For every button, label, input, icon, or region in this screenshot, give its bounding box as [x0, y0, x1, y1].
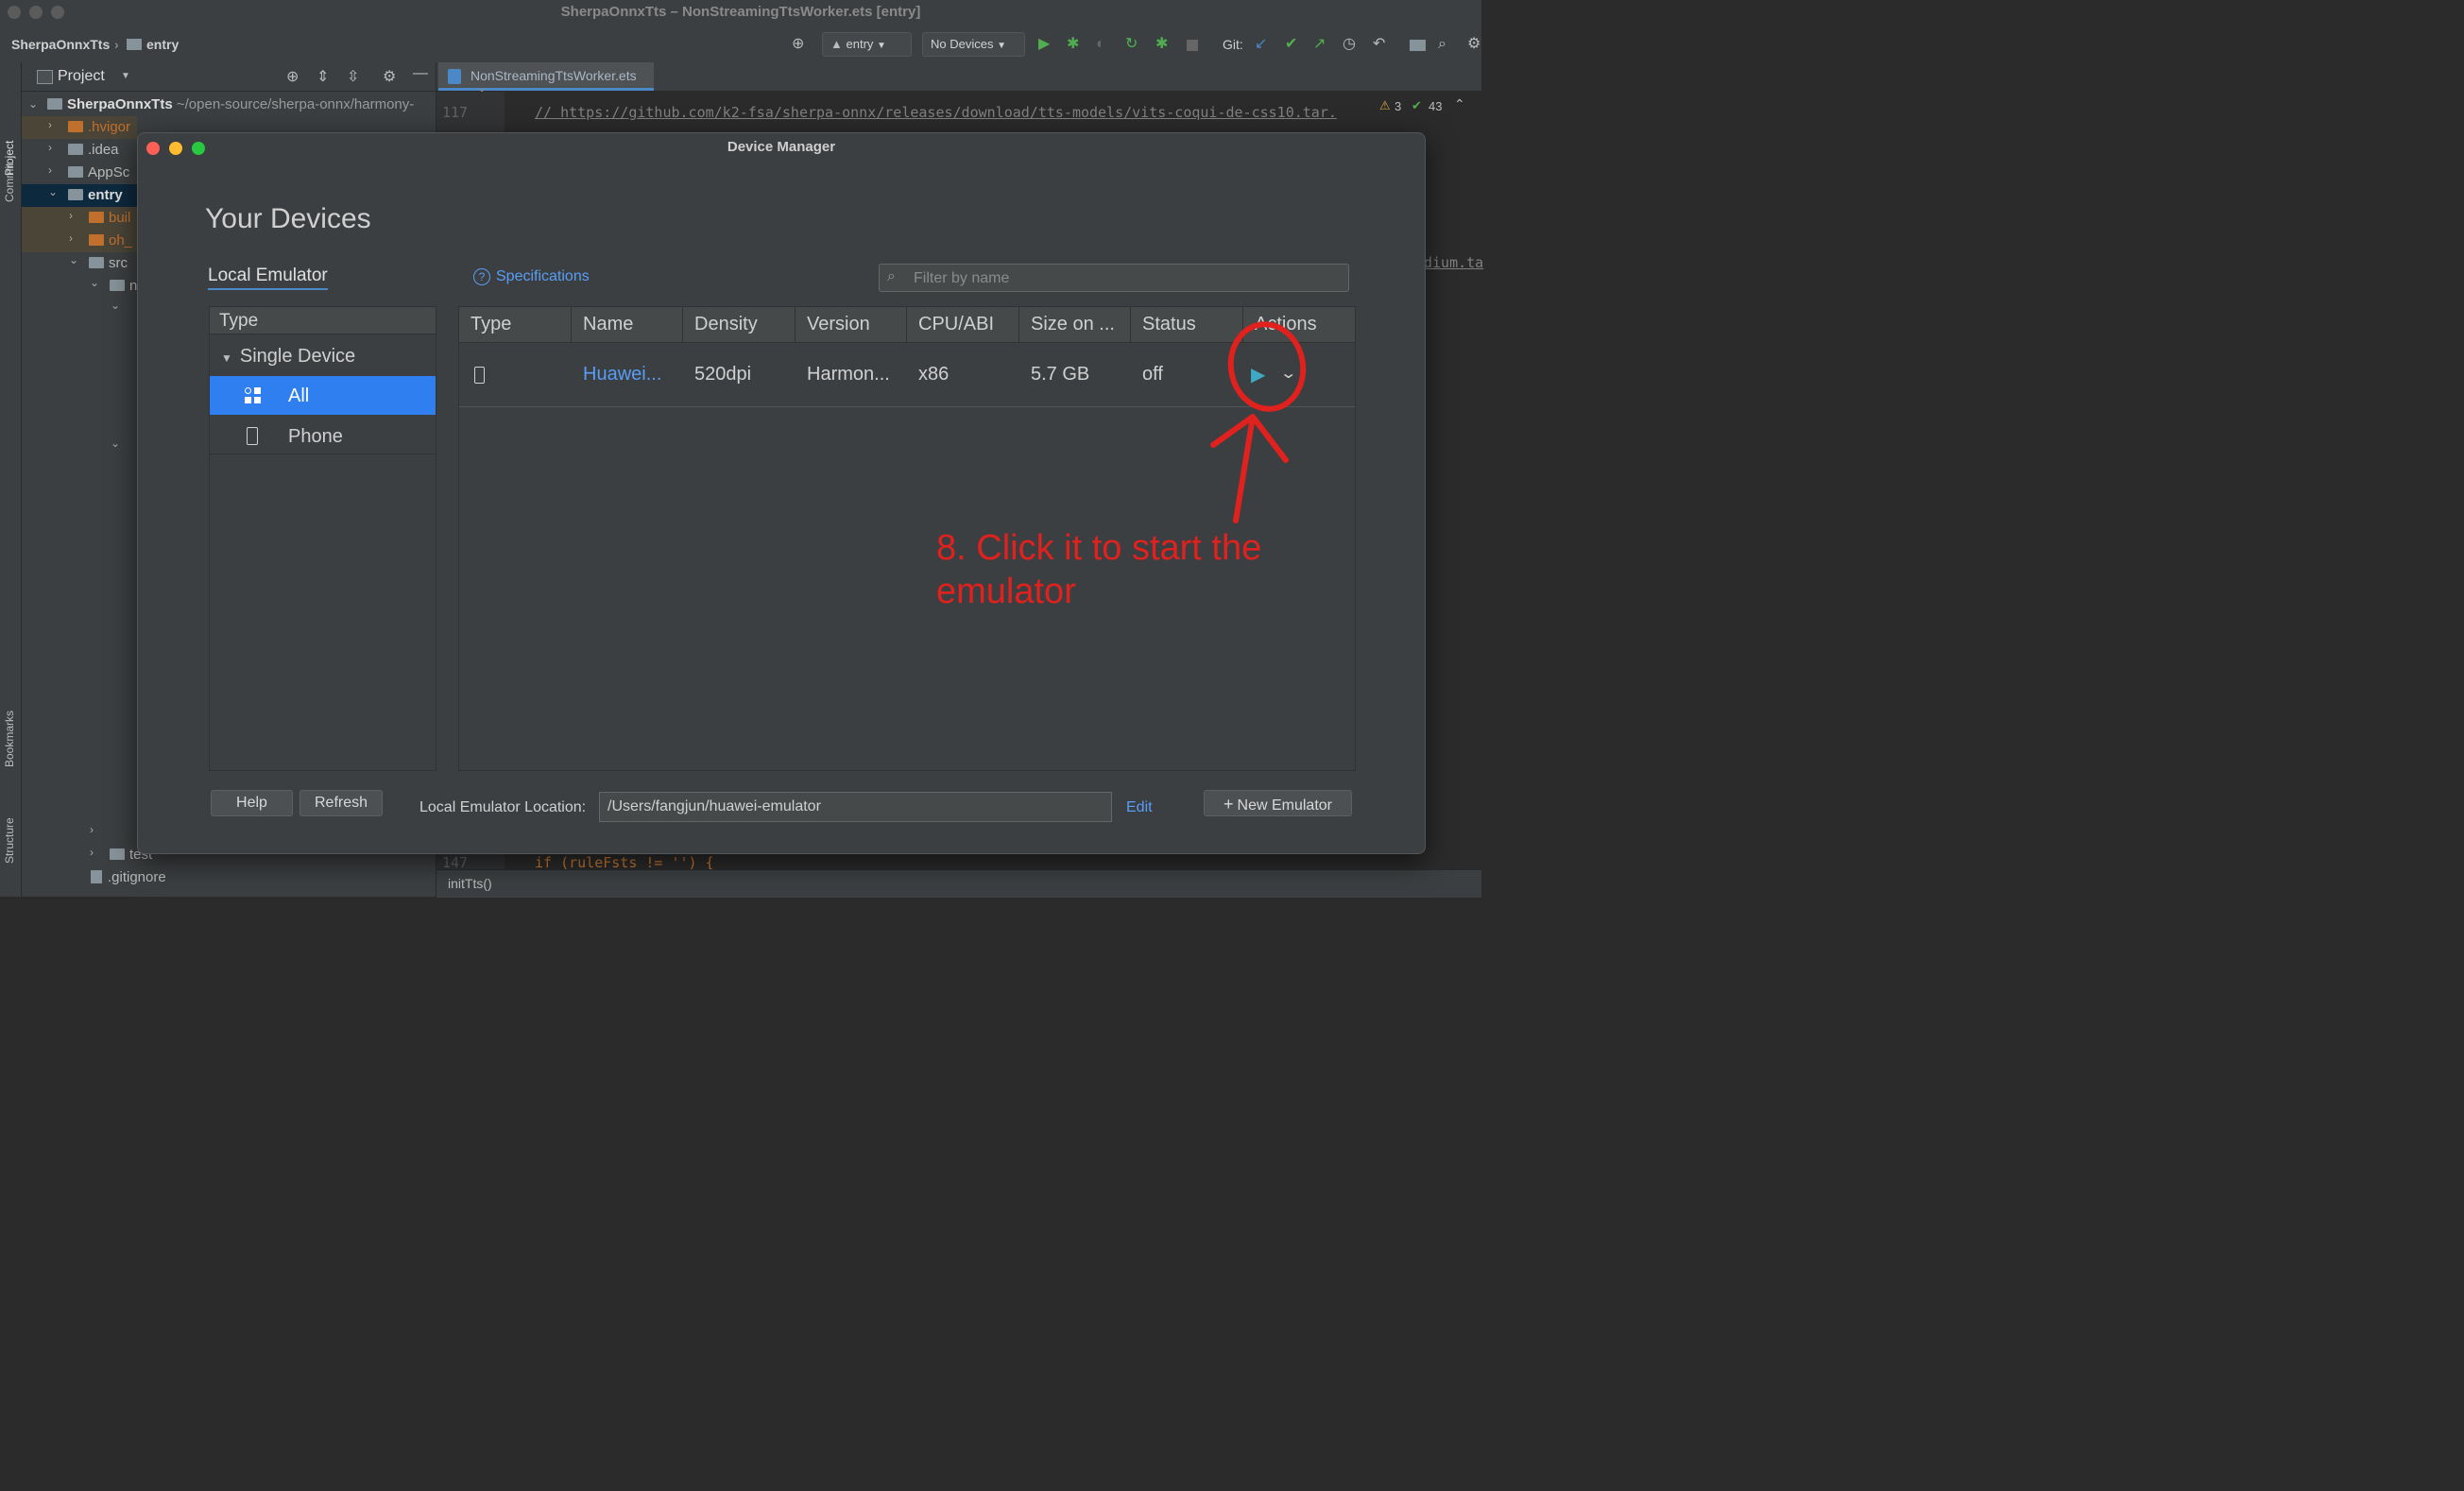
- window-title: SherpaOnnxTts – NonStreamingTtsWorker.et…: [560, 4, 921, 20]
- chevron-right-icon[interactable]: ›: [90, 846, 94, 859]
- device-label: No Devices: [931, 37, 994, 51]
- history-icon[interactable]: ◷: [1343, 36, 1356, 53]
- tree-item-main[interactable]: n: [110, 278, 137, 294]
- chevron-right-icon[interactable]: ›: [48, 141, 52, 154]
- tree-item-build[interactable]: buil: [89, 210, 130, 226]
- chevron-down-icon: ▼: [997, 41, 1006, 51]
- git-push-icon[interactable]: ↗: [1313, 36, 1326, 53]
- module-icon: ▲: [830, 37, 843, 51]
- folder-icon: [89, 212, 104, 223]
- ets-file-icon: [448, 69, 461, 84]
- breadcrumb-function[interactable]: initTts(): [448, 876, 492, 891]
- device-manager-dialog: Device Manager Your Devices Local Emulat…: [137, 132, 1426, 854]
- locate-icon[interactable]: ⊕: [286, 67, 299, 86]
- check-count: 43: [1429, 99, 1443, 113]
- annotation-drawing: [1210, 321, 1307, 523]
- folder-icon: [110, 280, 125, 291]
- code-comment-link[interactable]: // https://github.com/k2-fsa/sherpa-onnx…: [535, 104, 1337, 121]
- module-folder-icon: [127, 39, 142, 50]
- editor-tab[interactable]: NonStreamingTtsWorker.ets ×: [438, 62, 654, 98]
- file-icon: [91, 870, 102, 883]
- editor-tab-bar: NonStreamingTtsWorker.ets ×: [436, 62, 1481, 98]
- folder-icon: [89, 257, 104, 268]
- chevron-down-icon[interactable]: ⌄: [111, 437, 120, 450]
- chevron-right-icon[interactable]: ›: [48, 118, 52, 131]
- chevron-down-icon[interactable]: ⌄: [28, 97, 38, 111]
- folder-icon: [89, 234, 104, 246]
- run-icon[interactable]: ▶: [1038, 36, 1050, 53]
- code-line: // https://github.com/k2-fsa/sherpa-onnx…: [535, 104, 1337, 121]
- code-fragment: dium.ta: [1424, 254, 1484, 271]
- settings-gear-icon[interactable]: ⚙: [1467, 36, 1480, 53]
- tree-item-appscope[interactable]: AppSc: [68, 164, 129, 180]
- breadcrumb-separator: ›: [114, 37, 119, 52]
- tree-item-src[interactable]: src: [89, 255, 128, 271]
- project-structure-icon[interactable]: [1410, 40, 1426, 51]
- search-icon[interactable]: ⌕: [1438, 36, 1446, 53]
- profile-icon[interactable]: ◐: [1096, 36, 1105, 53]
- structure-tool-tab[interactable]: Structure: [3, 817, 16, 864]
- chevron-down-icon[interactable]: ⌄: [69, 253, 78, 266]
- tree-item-entry[interactable]: entry: [68, 187, 123, 203]
- chevron-down-icon[interactable]: ⌄: [90, 276, 99, 289]
- main-toolbar: SherpaOnnxTts › entry ⊕ ▲ entry ▼ No Dev…: [0, 26, 1481, 63]
- annotation-circle: [1227, 321, 1307, 412]
- tree-item-hvigor[interactable]: .hvigor: [68, 119, 130, 135]
- target-icon[interactable]: ⊕: [792, 36, 804, 53]
- git-commit-icon[interactable]: ✔: [1285, 36, 1297, 53]
- chevron-down-icon[interactable]: ▼: [121, 71, 130, 81]
- device-select[interactable]: No Devices ▼: [922, 32, 1025, 57]
- editor-tab-label: NonStreamingTtsWorker.ets: [471, 68, 637, 83]
- collapse-all-icon[interactable]: ⇳: [347, 67, 359, 86]
- module-folder-icon: [47, 98, 62, 110]
- attach-debugger-icon[interactable]: ✱: [1155, 36, 1168, 53]
- editor-breadcrumb-bar: initTts(): [436, 869, 1481, 898]
- folder-icon: [68, 166, 83, 178]
- tree-item-idea[interactable]: .idea: [68, 142, 119, 158]
- line-number: 117: [442, 104, 469, 121]
- folder-icon: [110, 848, 125, 860]
- rollback-icon[interactable]: ↶: [1373, 36, 1385, 53]
- run-config-label: entry: [846, 37, 874, 51]
- tree-item-oh-modules[interactable]: oh_: [89, 232, 132, 248]
- rerun-icon[interactable]: ↻: [1125, 36, 1138, 53]
- module-folder-icon: [68, 189, 83, 200]
- project-view-icon: [37, 70, 53, 84]
- annotation-arrow: [1210, 414, 1289, 523]
- breadcrumb-module[interactable]: entry: [146, 37, 179, 52]
- hide-panel-icon[interactable]: —: [413, 65, 428, 82]
- folder-icon: [68, 144, 83, 155]
- commit-tool-tab[interactable]: Commit: [3, 163, 16, 202]
- breadcrumb-project[interactable]: SherpaOnnxTts: [11, 37, 110, 52]
- chevron-right-icon[interactable]: ›: [90, 823, 94, 836]
- expand-all-icon[interactable]: ⇕: [317, 67, 329, 86]
- git-update-icon[interactable]: ↙: [1255, 36, 1267, 53]
- chevron-right-icon[interactable]: ›: [48, 163, 52, 177]
- tree-item-gitignore[interactable]: .gitignore: [91, 869, 166, 885]
- chevron-up-icon[interactable]: ⌃: [1454, 96, 1465, 112]
- left-tool-strip: Project Commit Bookmarks Structure: [0, 62, 22, 897]
- warning-icon[interactable]: ⚠: [1379, 98, 1391, 113]
- bookmarks-tool-tab[interactable]: Bookmarks: [3, 711, 16, 767]
- project-panel-header: Project ▼ ⊕ ⇕ ⇳ ⚙ —: [22, 62, 436, 92]
- chevron-down-icon[interactable]: ⌄: [111, 299, 120, 312]
- window-title-bar: SherpaOnnxTts – NonStreamingTtsWorker.et…: [0, 0, 1481, 26]
- stop-icon[interactable]: [1187, 40, 1198, 51]
- tree-root[interactable]: SherpaOnnxTts ~/open-source/sherpa-onnx/…: [47, 96, 414, 112]
- panel-settings-icon[interactable]: ⚙: [383, 67, 396, 86]
- chevron-down-icon: ▼: [877, 41, 886, 51]
- folder-icon: [68, 121, 83, 132]
- chevron-down-icon[interactable]: ⌄: [48, 185, 58, 198]
- debug-icon[interactable]: ✱: [1067, 36, 1079, 53]
- run-config-select[interactable]: ▲ entry ▼: [822, 32, 912, 57]
- warning-count: 3: [1395, 99, 1402, 113]
- project-view-title[interactable]: Project: [58, 68, 105, 85]
- chevron-right-icon[interactable]: ›: [69, 209, 73, 222]
- chevron-right-icon[interactable]: ›: [69, 231, 73, 245]
- git-label: Git:: [1223, 37, 1243, 52]
- annotation-text: 8. Click it to start the emulator: [936, 528, 1262, 611]
- check-icon[interactable]: ✔: [1412, 98, 1422, 113]
